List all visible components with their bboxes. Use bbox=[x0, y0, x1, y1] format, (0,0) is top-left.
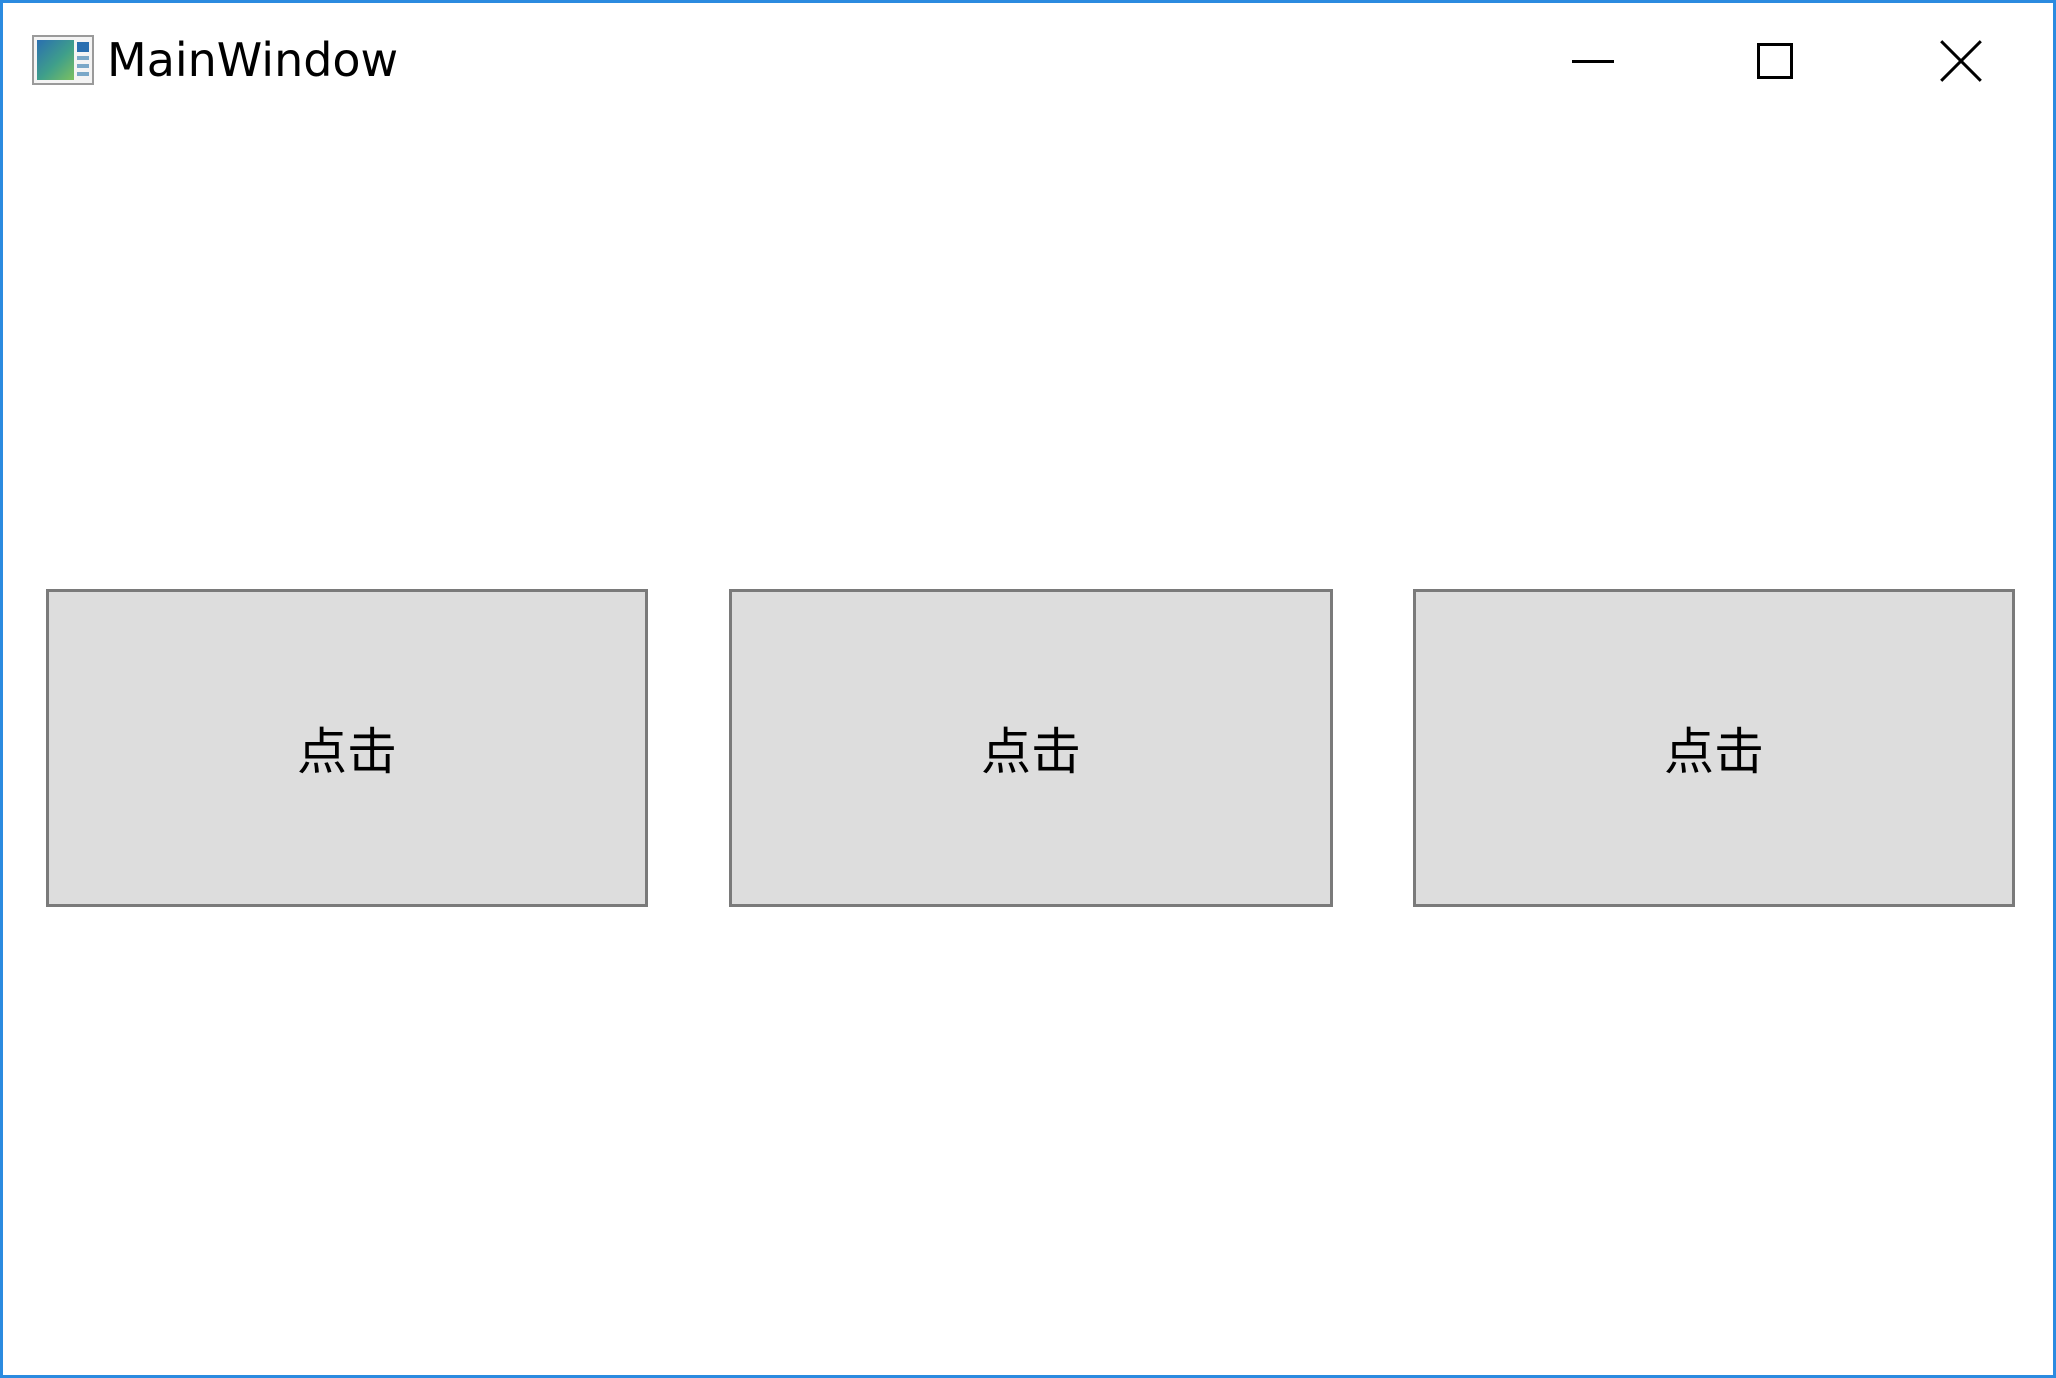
app-icon-lines bbox=[76, 40, 89, 80]
click-button-2[interactable]: 点击 bbox=[729, 589, 1333, 907]
window-title: MainWindow bbox=[107, 33, 399, 87]
click-button-1[interactable]: 点击 bbox=[46, 589, 648, 907]
app-icon-pane bbox=[37, 40, 74, 80]
main-window: MainWindow 点击 点击 点击 bbox=[0, 0, 2056, 1378]
close-button[interactable] bbox=[1901, 3, 2021, 119]
close-icon bbox=[1939, 39, 1983, 83]
app-window-icon[interactable] bbox=[32, 35, 94, 85]
click-button-3[interactable]: 点击 bbox=[1413, 589, 2015, 907]
window-content: 点击 点击 点击 bbox=[3, 115, 2053, 1375]
maximize-button[interactable] bbox=[1715, 3, 1835, 119]
title-bar[interactable]: MainWindow bbox=[3, 3, 2053, 115]
minimize-icon bbox=[1572, 59, 1614, 63]
maximize-icon bbox=[1757, 43, 1793, 79]
minimize-button[interactable] bbox=[1533, 3, 1653, 119]
